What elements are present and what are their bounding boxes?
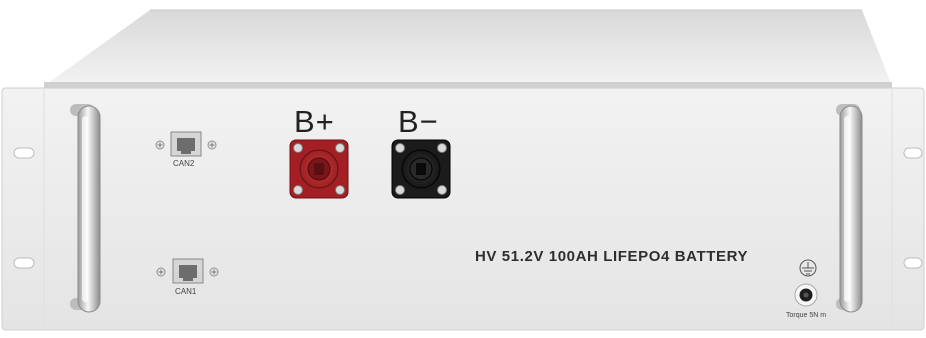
battery-chassis: [1, 9, 925, 331]
chassis-top: [44, 10, 892, 86]
model-label: HV 51.2V 100AH LIFEPO4 BATTERY: [475, 248, 749, 265]
front-panel: [1, 87, 925, 331]
battery-module: B+ B− CAN2 CAN1 HV 51.2V 100AH LIFEPO4 B…: [0, 0, 926, 333]
mount-slot: [13, 147, 35, 159]
screw-icon: [794, 283, 818, 307]
negative-terminal-label: B−: [398, 104, 439, 139]
positive-terminal: [289, 139, 349, 199]
torque-label: Torque 5N m: [786, 312, 827, 319]
port-label-can1: CAN1: [175, 287, 197, 296]
ground-icon: [799, 259, 817, 277]
port-label-can2: CAN2: [173, 159, 195, 168]
negative-terminal: [391, 139, 451, 199]
mount-slot: [13, 257, 35, 269]
positive-terminal-label: B+: [294, 104, 335, 139]
handle-icon: [836, 104, 863, 313]
mount-slot: [903, 257, 923, 269]
mount-slot: [903, 147, 923, 159]
